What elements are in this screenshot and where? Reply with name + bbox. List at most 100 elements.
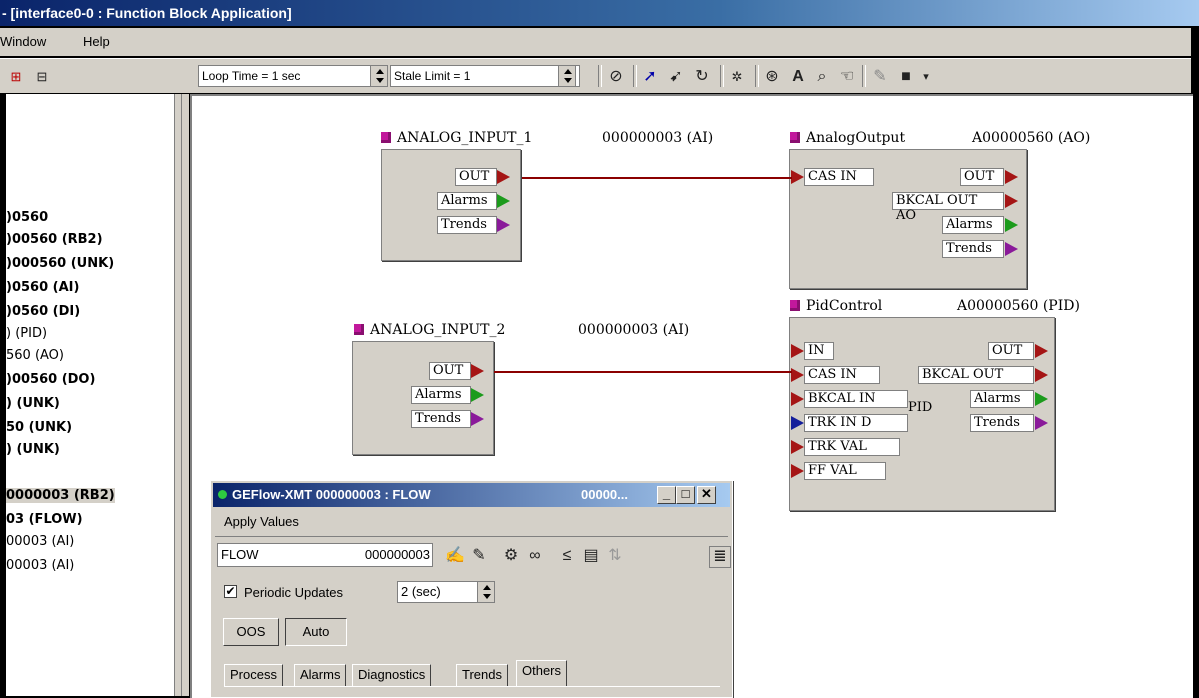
pencil-icon[interactable]: ✎ xyxy=(469,546,489,566)
tree-item[interactable]: ) (PID) xyxy=(6,326,47,341)
tab-alarms[interactable]: Alarms xyxy=(294,664,347,686)
sparkle-icon[interactable]: ✲ xyxy=(727,67,747,87)
connect-icon[interactable]: ➹ xyxy=(666,67,686,87)
trends-arrow-icon[interactable] xyxy=(1035,416,1048,430)
block-pid-control[interactable]: IN CAS IN BKCAL IN TRK IN D TRK VAL FF V… xyxy=(789,317,1055,511)
tree-item[interactable]: 50 (UNK) xyxy=(6,420,72,435)
alarms-arrow-icon[interactable] xyxy=(1005,218,1018,232)
paint-icon[interactable]: ✎ xyxy=(870,67,890,87)
alarms-arrow-icon[interactable] xyxy=(471,388,484,402)
maximize-button[interactable]: □ xyxy=(676,486,695,504)
glasses-icon[interactable]: ∞ xyxy=(525,546,545,566)
menu-help[interactable]: Help xyxy=(83,34,110,49)
port-alarms[interactable]: Alarms xyxy=(411,386,471,404)
loop-time-spinner[interactable] xyxy=(370,65,388,87)
trends-arrow-icon[interactable] xyxy=(471,412,484,426)
rotate-icon[interactable]: ↻ xyxy=(692,67,712,87)
oos-button[interactable]: OOS xyxy=(223,618,279,646)
trk-in-d-arrow-icon[interactable] xyxy=(791,416,804,430)
tree-collapse-icon[interactable]: ⊟ xyxy=(32,67,52,87)
select-pointer-icon[interactable]: ➚ xyxy=(640,67,660,87)
block-analog-input-2[interactable]: OUT Alarms Trends xyxy=(352,341,494,455)
tree-item[interactable]: 00003 (AI) xyxy=(6,534,74,549)
port-out[interactable]: OUT xyxy=(960,168,1004,186)
sync-icon[interactable]: ⚙ xyxy=(501,546,521,566)
connection-wire[interactable] xyxy=(522,177,792,179)
close-button[interactable]: ✕ xyxy=(697,486,716,504)
text-icon[interactable]: A xyxy=(788,67,808,87)
block-analog-input-1[interactable]: OUT Alarms Trends xyxy=(381,149,521,261)
tree-item[interactable]: 00003 (AI) xyxy=(6,558,74,573)
trk-val-arrow-icon[interactable] xyxy=(791,440,804,454)
port-alarms[interactable]: Alarms xyxy=(437,192,497,210)
stale-limit-spinner[interactable] xyxy=(558,65,576,87)
port-bkcal-out[interactable]: BKCAL OUT xyxy=(918,366,1034,384)
tree-item[interactable]: )0560 xyxy=(6,210,48,225)
stale-limit-field[interactable]: Stale Limit = 1 xyxy=(390,65,580,87)
bkcal-in-arrow-icon[interactable] xyxy=(791,392,804,406)
alarms-arrow-icon[interactable] xyxy=(497,194,510,208)
block-name-field[interactable]: FLOW 000000003 xyxy=(217,543,433,567)
port-out[interactable]: OUT xyxy=(988,342,1034,360)
menu-window[interactable]: Window xyxy=(0,34,46,49)
folder-icon[interactable]: ▤ xyxy=(581,546,601,566)
chevron-down-icon[interactable]: ▾ xyxy=(916,67,936,87)
out-arrow-icon[interactable] xyxy=(497,170,510,184)
in-arrow-icon[interactable] xyxy=(791,344,804,358)
port-in[interactable]: IN xyxy=(804,342,834,360)
hand-icon[interactable]: ☜ xyxy=(837,67,857,87)
trends-arrow-icon[interactable] xyxy=(1005,242,1018,256)
minimize-button[interactable]: _ xyxy=(657,486,676,504)
edit-icon[interactable]: ✍ xyxy=(445,546,465,566)
tab-diagnostics[interactable]: Diagnostics xyxy=(352,664,432,686)
port-cas-in[interactable]: CAS IN xyxy=(804,168,874,186)
port-trends[interactable]: Trends xyxy=(411,410,471,428)
port-out[interactable]: OUT xyxy=(429,362,471,380)
port-ff-val[interactable]: FF VAL xyxy=(804,462,886,480)
cas-in-arrow-icon[interactable] xyxy=(791,170,804,184)
tree-item[interactable]: )000560 (UNK) xyxy=(6,256,114,271)
port-trk-in-d[interactable]: TRK IN D xyxy=(804,414,908,432)
trends-arrow-icon[interactable] xyxy=(497,218,510,232)
write-icon[interactable]: ≤ xyxy=(557,546,577,566)
loop-time-field[interactable]: Loop Time = 1 sec xyxy=(198,65,386,87)
tree-expand-icon[interactable]: ⊞ xyxy=(6,67,26,87)
list-view-icon[interactable]: ≣ xyxy=(709,546,731,568)
tree-item[interactable]: )00560 (DO) xyxy=(6,372,95,387)
tree-item[interactable]: ) (UNK) xyxy=(6,442,60,457)
port-trk-val[interactable]: TRK VAL xyxy=(804,438,900,456)
connection-wire[interactable] xyxy=(494,371,792,373)
out-arrow-icon[interactable] xyxy=(1035,344,1048,358)
cas-in-arrow-icon[interactable] xyxy=(791,368,804,382)
dialog-title-bar[interactable]: GEFlow-XMT 000000003 : FLOW 00000... _ □… xyxy=(213,483,730,507)
tree-item[interactable]: 03 (FLOW) xyxy=(6,512,83,527)
tree-item[interactable]: 0000003 (RB2) xyxy=(6,488,115,503)
pane-splitter[interactable] xyxy=(174,94,189,696)
port-trends[interactable]: Trends xyxy=(970,414,1034,432)
bkcal-out-arrow-icon[interactable] xyxy=(1005,194,1018,208)
tree-item[interactable]: )0560 (DI) xyxy=(6,304,80,319)
tree-item[interactable]: )00560 (RB2) xyxy=(6,232,103,247)
tree-item[interactable]: ) (UNK) xyxy=(6,396,60,411)
port-trends[interactable]: Trends xyxy=(437,216,497,234)
alarms-arrow-icon[interactable] xyxy=(1035,392,1048,406)
auto-button[interactable]: Auto xyxy=(285,618,347,646)
magnifier-icon[interactable]: ⌕ xyxy=(812,67,832,87)
tree-item[interactable]: 560 (AO) xyxy=(6,348,64,363)
port-alarms[interactable]: Alarms xyxy=(970,390,1034,408)
zoom-fit-icon[interactable]: ⊛ xyxy=(762,67,782,87)
port-bkcal-in[interactable]: BKCAL IN xyxy=(804,390,908,408)
update-interval-spinner[interactable] xyxy=(477,581,495,603)
tree-item[interactable]: )0560 (AI) xyxy=(6,280,79,295)
out-arrow-icon[interactable] xyxy=(471,364,484,378)
tab-trends[interactable]: Trends xyxy=(456,664,508,686)
swap-icon[interactable]: ⇅ xyxy=(605,546,625,566)
tab-others[interactable]: Others xyxy=(516,660,568,686)
port-out[interactable]: OUT xyxy=(455,168,497,186)
menu-apply-values[interactable]: Apply Values xyxy=(224,514,299,529)
check-icon[interactable]: ⊘ xyxy=(606,67,626,87)
out-arrow-icon[interactable] xyxy=(1005,170,1018,184)
port-trends[interactable]: Trends xyxy=(942,240,1004,258)
bkcal-out-arrow-icon[interactable] xyxy=(1035,368,1048,382)
port-cas-in[interactable]: CAS IN xyxy=(804,366,880,384)
